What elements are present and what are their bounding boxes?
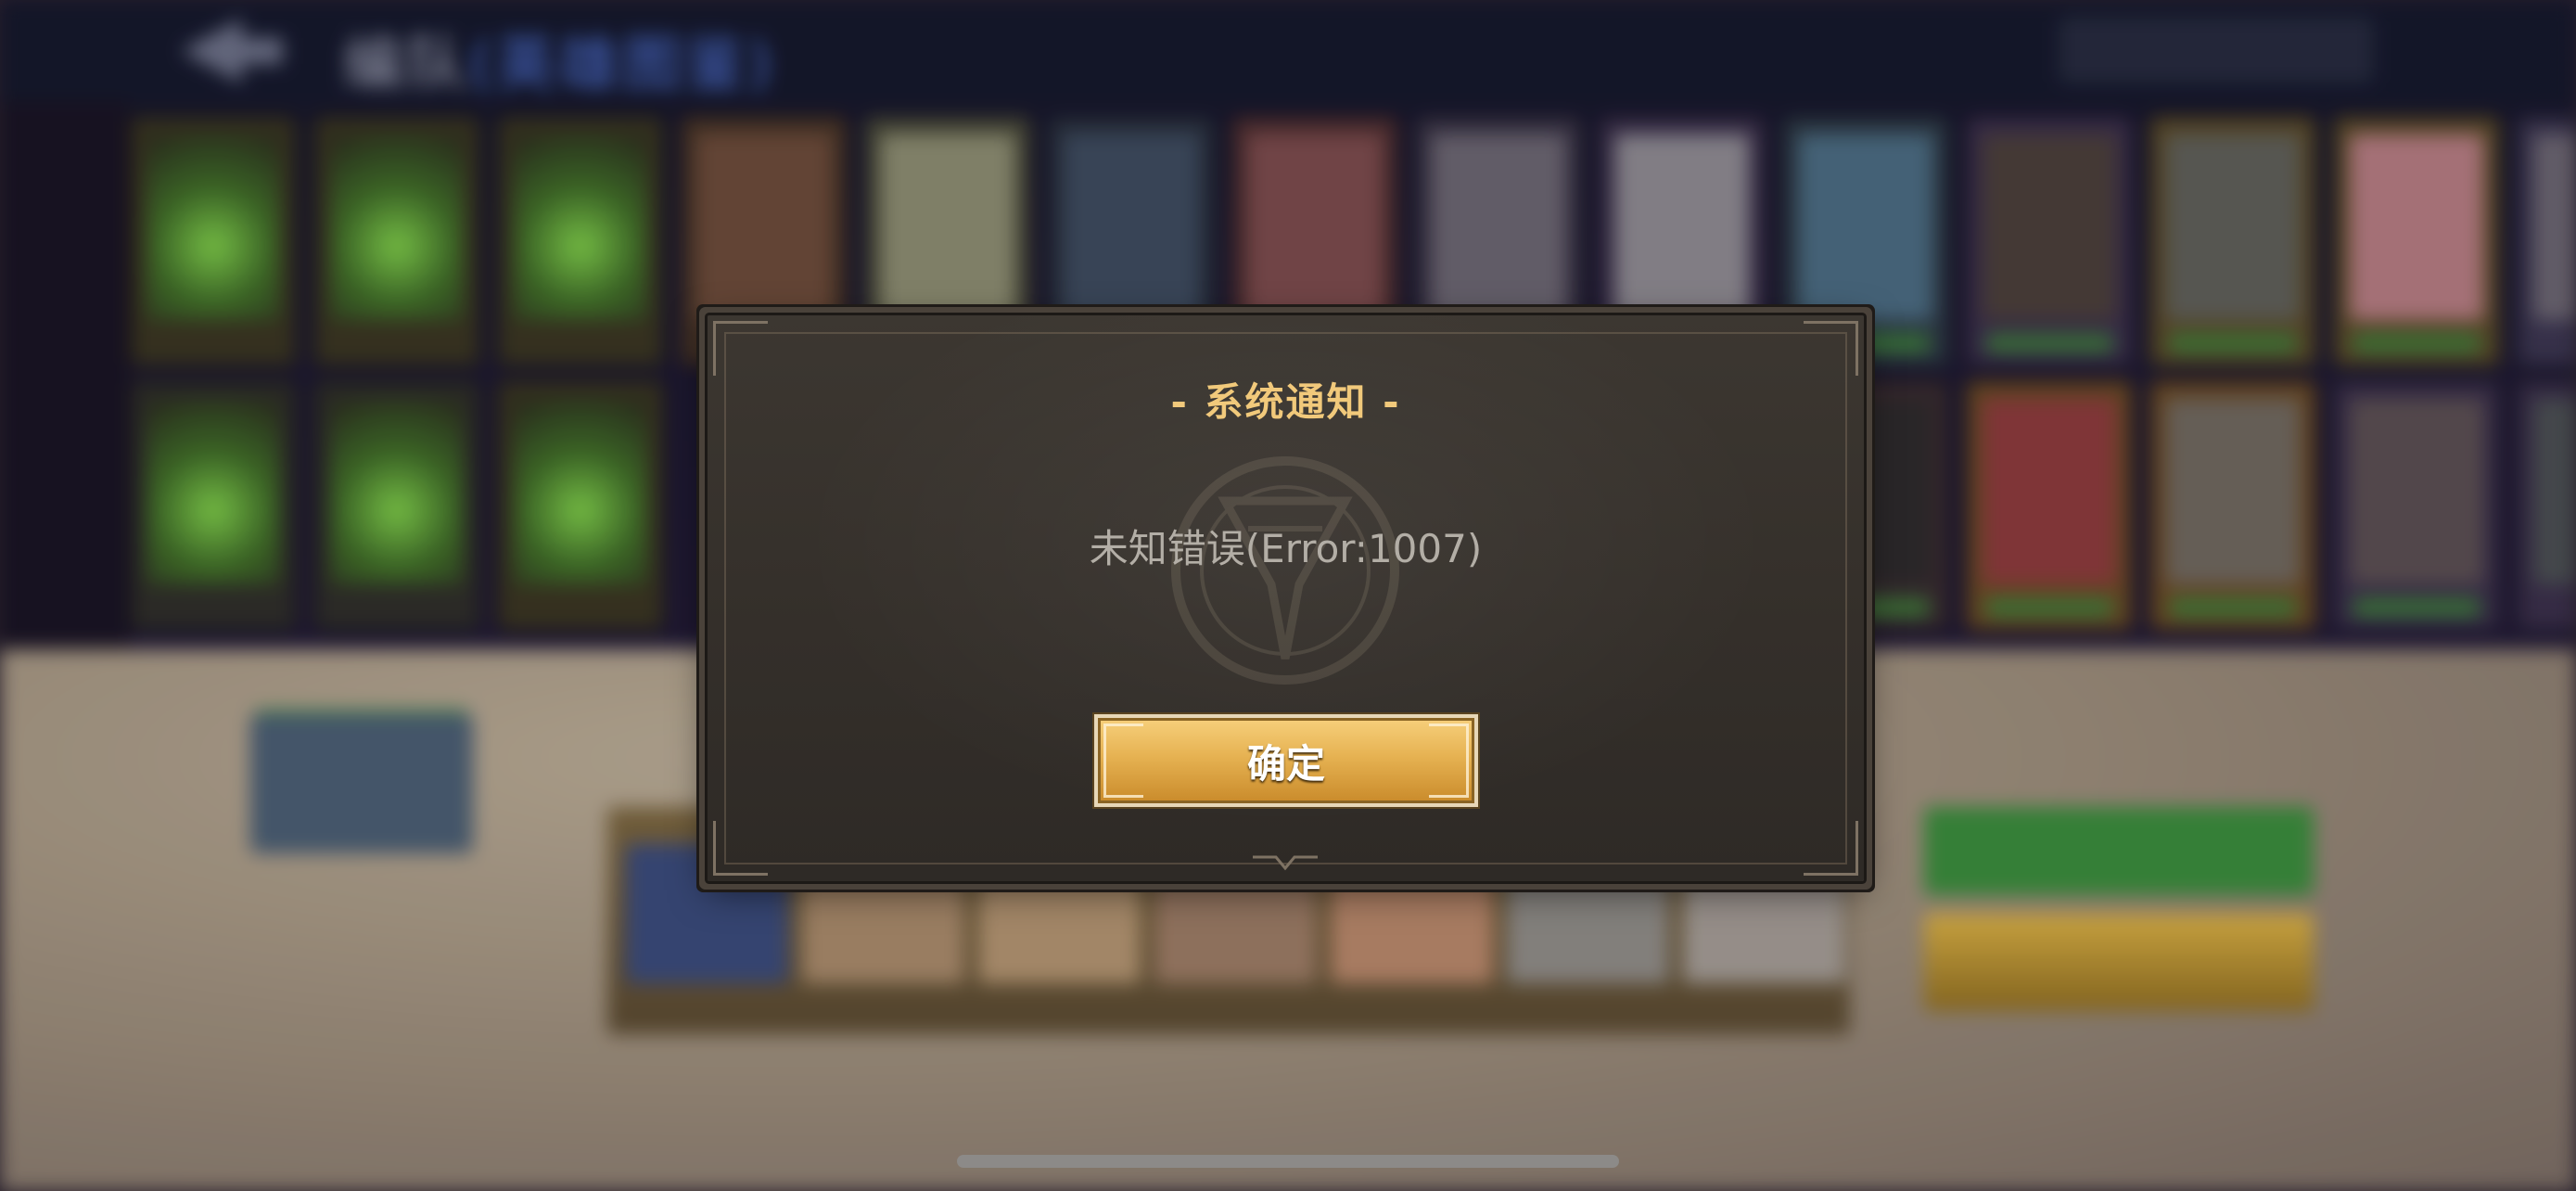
system-notice-dialog: - 系统通知 - 未知错误(Error:1007) 确定 [708, 315, 1864, 881]
frame-bottom-ornament [1253, 855, 1318, 871]
confirm-button-label: 确定 [1246, 740, 1325, 787]
button-edge-ornament [1103, 724, 1143, 798]
confirm-button[interactable]: 确定 [1094, 714, 1478, 807]
frame-corner-ornament [1804, 321, 1858, 376]
button-edge-ornament [1429, 724, 1469, 798]
home-indicator[interactable] [957, 1155, 1619, 1168]
frame-corner-ornament [1804, 821, 1858, 876]
frame-corner-ornament [713, 321, 768, 376]
frame-corner-ornament [713, 821, 768, 876]
error-message: 未知错误(Error:1007) [1089, 526, 1483, 571]
dialog-title: - 系统通知 - [1170, 379, 1401, 425]
